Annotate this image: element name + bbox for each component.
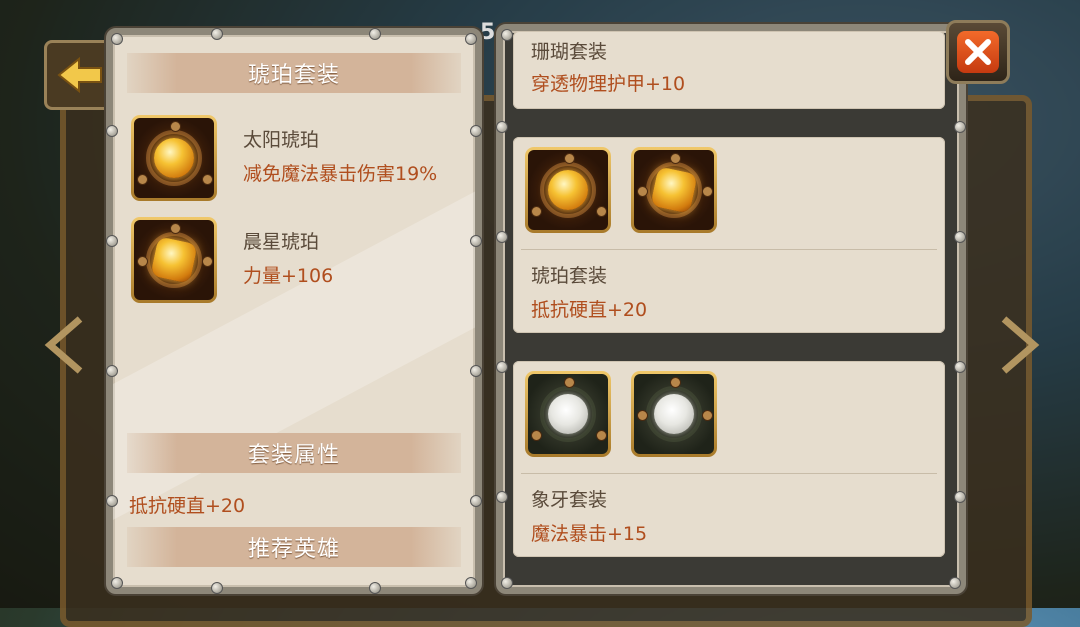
set-item-row[interactable]: 晨星琥珀 力量+106 <box>131 217 461 309</box>
set-list-panel[interactable]: 珊瑚套装 穿透物理护甲+10 琥珀套装 抵抗硬直+20 象牙套装 魔法暴击+15 <box>496 24 966 594</box>
item-name: 太阳琥珀 <box>243 129 320 151</box>
amber-gem-icon[interactable] <box>525 147 611 233</box>
item-stat: 减免魔法暴击伤害19% <box>243 163 438 185</box>
set-attributes-header: 套装属性 <box>127 433 461 473</box>
set-detail-panel: 琥珀套装 太阳琥珀 减免魔法暴击伤害19% 晨星琥珀 力量+106 套装属性 抵… <box>106 28 482 594</box>
item-stat: 力量+106 <box>243 265 334 287</box>
set-card-stat: 穿透物理护甲+10 <box>531 73 686 95</box>
set-attribute-value: 抵抗硬直+20 <box>129 495 246 517</box>
close-icon <box>957 31 999 73</box>
set-card-amber[interactable]: 琥珀套装 抵抗硬直+20 <box>513 137 945 333</box>
background-partial-number: 5 <box>480 20 496 45</box>
amber-gem-icon[interactable] <box>631 147 717 233</box>
item-name: 晨星琥珀 <box>243 231 320 253</box>
previous-arrow-icon[interactable] <box>44 315 84 375</box>
set-card-name: 琥珀套装 <box>531 265 608 287</box>
set-card-name: 珊瑚套装 <box>531 41 608 63</box>
ivory-flower-gem-icon[interactable] <box>525 371 611 457</box>
set-title-header: 琥珀套装 <box>127 53 461 93</box>
arrow-left-icon <box>57 56 102 94</box>
set-card-name: 象牙套装 <box>531 489 608 511</box>
close-button[interactable] <box>946 20 1010 84</box>
set-item-row[interactable]: 太阳琥珀 减免魔法暴击伤害19% <box>131 115 461 207</box>
sun-amber-gem-icon[interactable] <box>131 115 217 201</box>
set-card-stat: 抵抗硬直+20 <box>531 299 648 321</box>
set-card-coral[interactable]: 珊瑚套装 穿透物理护甲+10 <box>513 31 945 109</box>
set-card-stat: 魔法暴击+15 <box>531 523 648 545</box>
next-arrow-icon[interactable] <box>1000 315 1040 375</box>
morningstar-amber-gem-icon[interactable] <box>131 217 217 303</box>
recommended-heroes-header: 推荐英雄 <box>127 527 461 567</box>
ivory-rose-gem-icon[interactable] <box>631 371 717 457</box>
set-card-ivory[interactable]: 象牙套装 魔法暴击+15 <box>513 361 945 557</box>
